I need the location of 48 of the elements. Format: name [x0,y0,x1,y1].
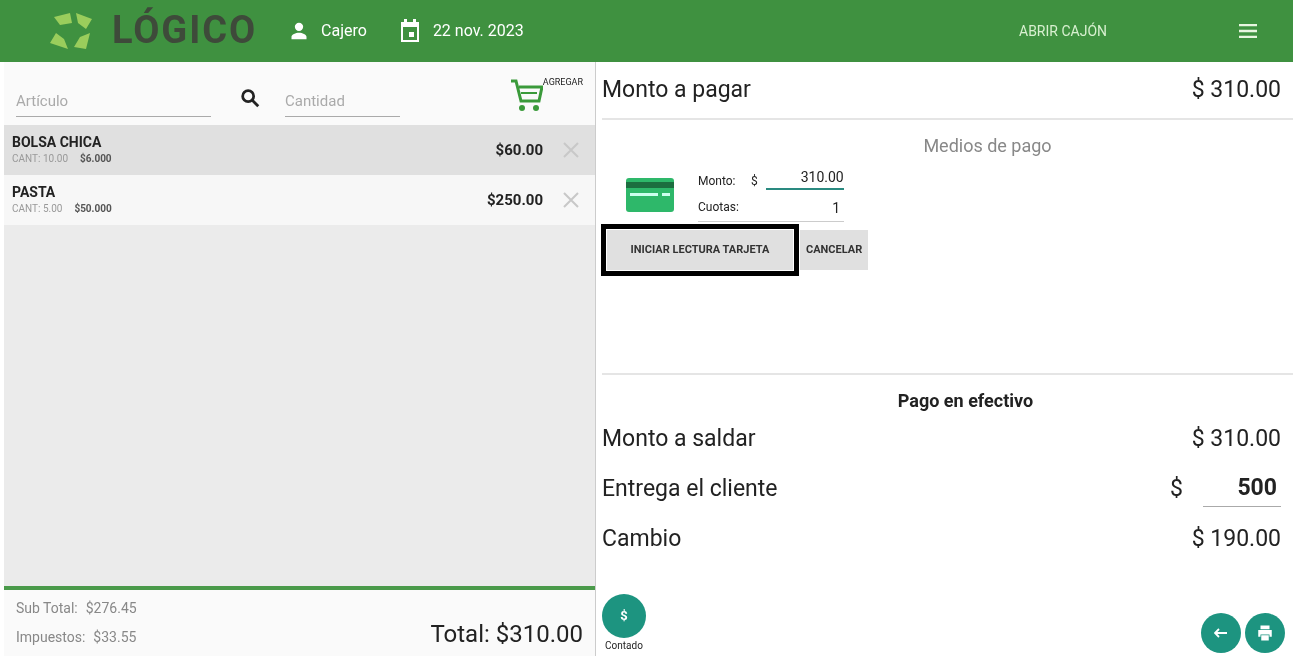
item-amount: $250.00 [487,189,543,211]
cash-row-value: $ 310.00 [1191,423,1281,454]
cash-button[interactable]: $ [602,594,646,638]
item-quantity: CANT: 10.00 [12,152,68,167]
tax-value: $33.55 [93,628,137,647]
cash-label: Contado [605,639,643,653]
printer-icon [1256,624,1274,642]
subtotal-label: Sub Total: [16,599,78,618]
cash-payment-title: Pago en efectivo [897,389,1034,413]
item-row[interactable]: BOLSA CHICA CANT: 10.00 $6.000 $60.00 [4,125,595,175]
item-row[interactable]: PASTA CANT: 5.00 $50.000 $250.00 [4,175,595,225]
item-quantity: CANT: 5.00 [12,202,63,217]
item-unit-price: $50.000 [74,202,112,217]
back-button[interactable] [1201,613,1241,653]
back-arrow-icon [1214,628,1228,638]
amount-due-label: Monto a pagar [602,74,751,105]
item-name: BOLSA CHICA [12,133,103,152]
amount-due-value: $ 310.00 [1191,74,1281,105]
user-label: Cajero [321,20,367,42]
quantity-field[interactable]: Cantidad [285,89,400,117]
calendar-icon [398,19,421,43]
currency-label: $ [751,173,758,190]
action-button[interactable]: CANCELAR [800,230,869,270]
tax-label: Impuestos: [16,628,86,647]
currency-label: $ [1170,473,1183,504]
add-button[interactable]: AGREGAR [508,75,583,113]
search-icon[interactable] [239,87,261,109]
credit-card-icon [626,177,674,212]
cash-row-label: Monto a saldar [602,423,756,454]
payment-methods-title: Medios de pago [923,134,1052,158]
cash-row-label: Entrega el cliente [602,473,778,504]
card-amount-field[interactable]: 310.00 [765,167,844,190]
cash-row-label: Cambio [602,523,682,554]
subtotal-value: $276.45 [85,599,137,618]
amount-label: Monto: [698,173,737,190]
total-amount: Total: $310.00 [430,619,583,650]
installments-field[interactable]: Cuotas: 1 [698,198,844,222]
user-icon [289,21,310,41]
item-name: PASTA [12,183,57,202]
customer-payment-field[interactable]: 500 [1203,471,1281,507]
cash-row-value: $ 190.00 [1191,523,1281,554]
item-amount: $60.00 [495,139,543,161]
date-label: 22 nov. 2023 [432,20,524,42]
cart-icon [508,77,543,113]
print-button[interactable] [1245,613,1285,653]
article-field[interactable]: Artículo [16,89,211,117]
logo-text: LÓGICO [112,8,258,54]
item-unit-price: $6.000 [80,152,112,167]
